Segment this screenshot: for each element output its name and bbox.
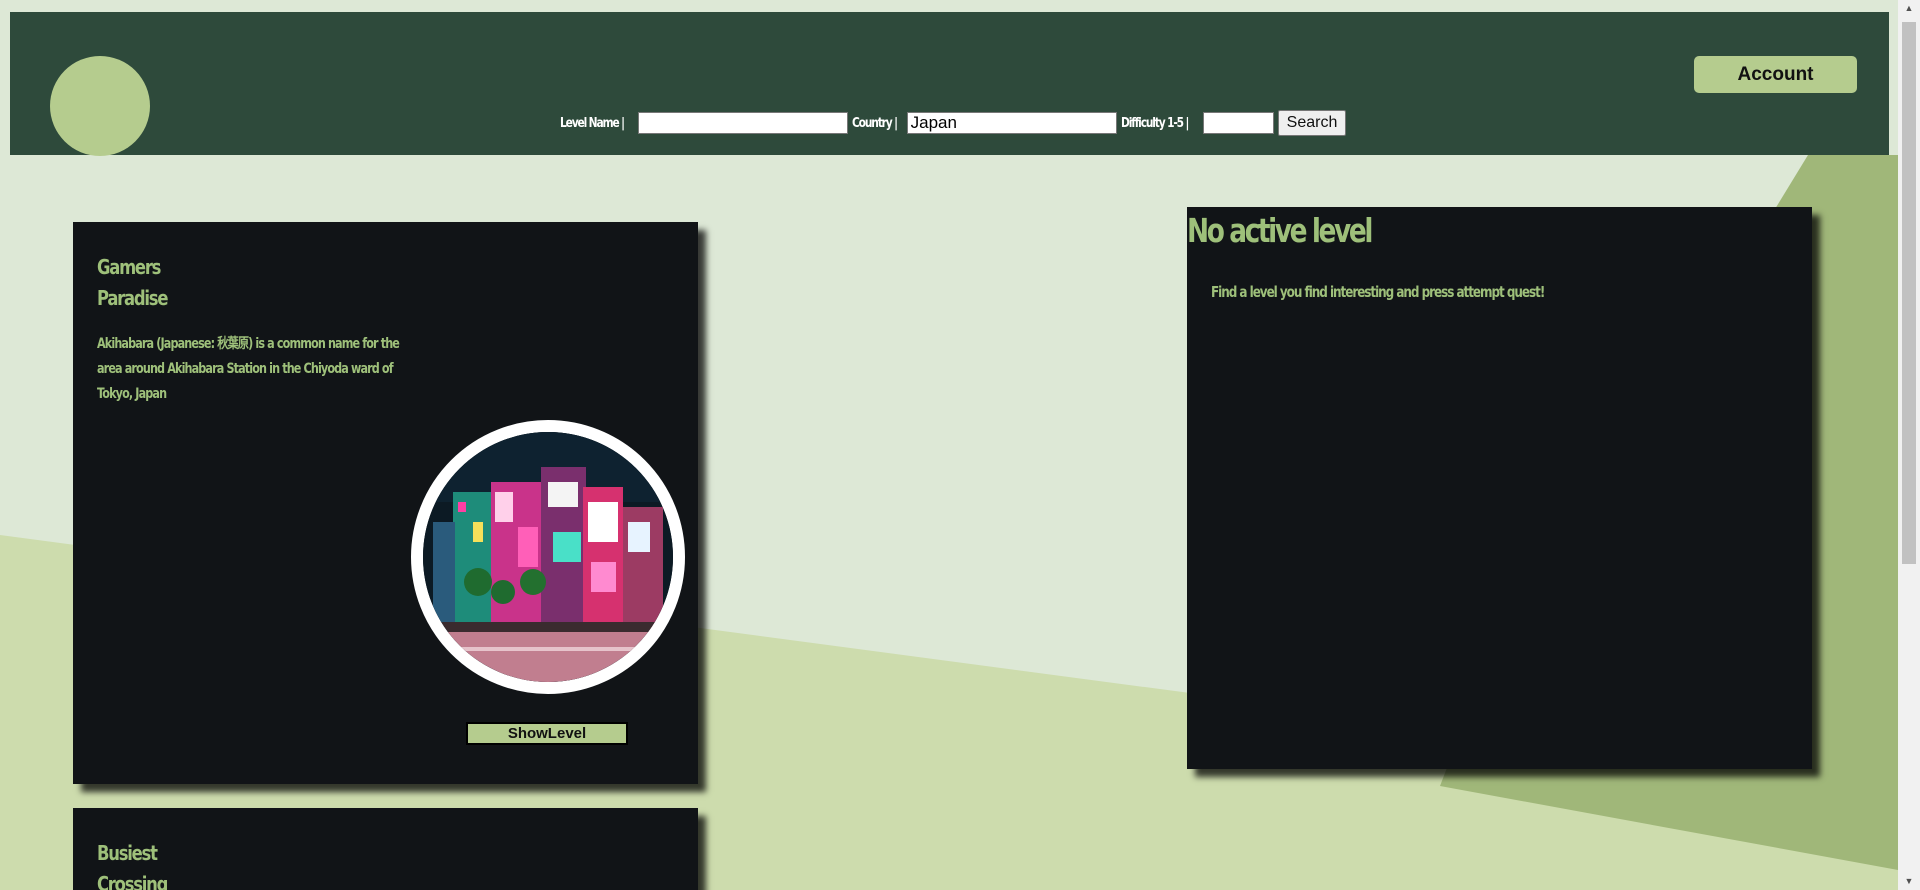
scroll-down-icon[interactable]: ▼	[1898, 873, 1920, 890]
search-button[interactable]: Search	[1277, 110, 1347, 136]
level-title-line1: Gamers	[97, 255, 161, 279]
difficulty-label: Difficulty 1-5 |	[1120, 115, 1189, 131]
account-button[interactable]: Account	[1694, 56, 1857, 93]
scroll-up-icon[interactable]: ▲	[1898, 0, 1920, 17]
difficulty-input[interactable]	[1202, 112, 1274, 134]
active-level-title: No active level	[1187, 211, 1373, 250]
level-title-line2: Paradise	[97, 286, 168, 310]
level-description: Akihabara (Japanese: 秋葉原) is a common na…	[97, 336, 400, 402]
top-strip	[0, 0, 1898, 12]
akihabara-photo-icon	[423, 432, 673, 682]
level-name-label: Level Name |	[560, 115, 625, 131]
level-card: Gamers Paradise Akihabara (Japanese: 秋葉原…	[73, 222, 698, 784]
level-title: Gamers Paradise	[97, 252, 179, 314]
active-level-message: Find a level you find interesting and pr…	[1211, 283, 1545, 301]
page: Account Level Name | Country | Difficult…	[0, 0, 1920, 890]
level-name-input[interactable]	[637, 112, 848, 134]
level-card: Busiest Crossing	[73, 808, 698, 890]
level-title-line2: Crossing	[97, 872, 168, 890]
scrollbar[interactable]: ▲ ▼	[1898, 0, 1920, 890]
search-bar: Level Name | Country | Difficulty 1-5 | …	[560, 109, 1347, 137]
show-level-button[interactable]: ShowLevel	[466, 722, 628, 745]
active-level-panel: No active level Find a level you find in…	[1187, 207, 1812, 769]
level-image	[411, 420, 685, 694]
logo-icon[interactable]	[50, 56, 150, 156]
level-title-line1: Busiest	[97, 841, 158, 865]
country-input[interactable]	[906, 112, 1117, 134]
scroll-thumb[interactable]	[1902, 22, 1916, 564]
level-title: Busiest Crossing	[97, 838, 179, 890]
country-label: Country |	[851, 115, 898, 131]
